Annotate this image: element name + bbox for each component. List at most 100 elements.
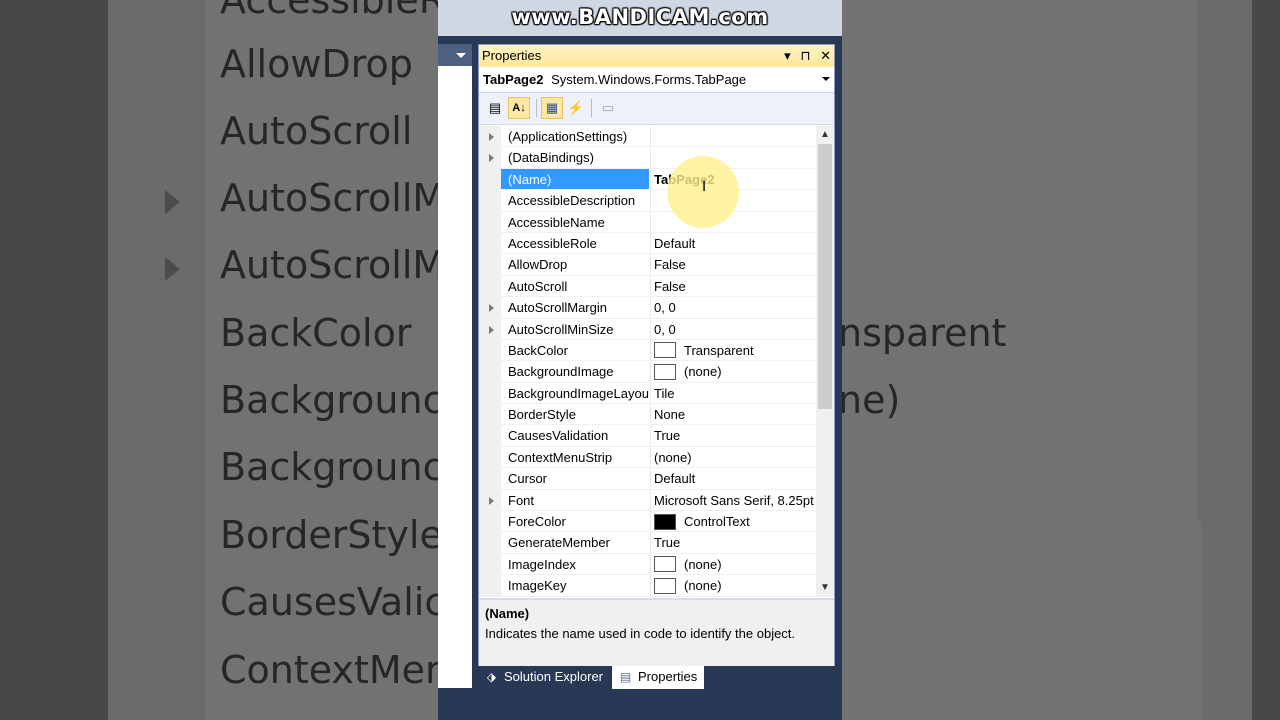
- property-value-text: False: [654, 257, 686, 273]
- scrollbar-thumb[interactable]: [818, 144, 832, 409]
- property-value[interactable]: ControlText: [650, 511, 816, 533]
- property-value[interactable]: False: [650, 275, 816, 298]
- property-row[interactable]: (DataBindings): [479, 147, 834, 169]
- property-name[interactable]: AutoScroll: [501, 276, 649, 298]
- solution-explorer-icon: ⬗: [486, 670, 497, 684]
- property-row[interactable]: (ApplicationSettings): [479, 126, 834, 148]
- property-row[interactable]: BackgroundImageLayout Tile: [479, 382, 834, 405]
- row-gutter: [479, 211, 501, 233]
- properties-title-bar[interactable]: Properties ▾ ⊓ ✕: [479, 45, 834, 67]
- property-value[interactable]: [650, 126, 816, 148]
- property-name[interactable]: ForeColor: [501, 511, 649, 533]
- property-value[interactable]: True: [650, 532, 816, 554]
- events-lightning-icon[interactable]: ⚡: [565, 97, 587, 119]
- property-value[interactable]: 0, 0: [650, 318, 816, 340]
- property-name[interactable]: ImageIndex: [501, 554, 649, 576]
- tab-properties[interactable]: ▤ Properties: [612, 666, 704, 689]
- close-icon[interactable]: ✕: [820, 48, 831, 63]
- property-value[interactable]: (none): [650, 361, 816, 383]
- row-gutter: [479, 339, 501, 362]
- alphabetical-sort-icon[interactable]: A↓: [508, 97, 530, 119]
- row-gutter: [479, 254, 501, 276]
- property-name[interactable]: Font: [501, 490, 649, 512]
- property-row[interactable]: BackgroundImage (none): [479, 361, 834, 383]
- property-value-text: Default: [654, 235, 696, 251]
- property-name[interactable]: AutoScrollMinSize: [501, 319, 649, 340]
- property-value[interactable]: Default: [650, 232, 816, 255]
- property-pages-icon[interactable]: ▭: [597, 97, 619, 119]
- row-gutter: [479, 532, 501, 554]
- property-name[interactable]: AccessibleRole: [501, 233, 649, 255]
- property-row[interactable]: ImageIndex (none): [479, 553, 834, 576]
- dropdown-arrow-icon[interactable]: [822, 77, 830, 81]
- property-row[interactable]: (Name)TabPage2: [479, 168, 834, 191]
- property-name[interactable]: (ApplicationSettings): [501, 126, 649, 148]
- window-position-icon[interactable]: ▾: [784, 48, 791, 63]
- property-name[interactable]: Cursor: [501, 468, 649, 490]
- property-name[interactable]: BackgroundImage: [501, 361, 649, 383]
- property-name[interactable]: AccessibleName: [501, 212, 649, 233]
- scroll-down-icon[interactable]: ▼: [816, 579, 834, 597]
- chevron-down-icon[interactable]: [456, 53, 466, 58]
- property-name[interactable]: ImageKey: [501, 575, 649, 597]
- property-name[interactable]: AccessibleDescription: [501, 190, 649, 212]
- property-row[interactable]: ImageKey (none): [479, 575, 834, 597]
- property-row[interactable]: BackColor Transparent: [479, 339, 834, 362]
- property-name[interactable]: AllowDrop: [501, 254, 649, 276]
- categorized-icon[interactable]: ▤: [484, 97, 506, 119]
- color-swatch: [654, 342, 676, 359]
- property-name[interactable]: BackgroundImageLayout: [501, 383, 649, 405]
- property-value[interactable]: 0, 0: [650, 297, 816, 319]
- object-selector[interactable]: TabPage2 System.Windows.Forms.TabPage: [479, 67, 834, 93]
- property-name[interactable]: AutoScrollMargin: [501, 297, 649, 319]
- expand-arrow-icon[interactable]: [489, 304, 494, 313]
- property-value[interactable]: None: [650, 404, 816, 426]
- property-value[interactable]: Microsoft Sans Serif, 8.25pt: [650, 489, 816, 512]
- property-value[interactable]: Transparent: [650, 339, 816, 362]
- property-row[interactable]: AutoScrollMinSize 0, 0: [479, 318, 834, 340]
- property-row[interactable]: AllowDrop False: [479, 254, 834, 276]
- property-row[interactable]: ForeColor ControlText: [479, 511, 834, 533]
- property-name[interactable]: CausesValidation: [501, 425, 649, 447]
- property-row[interactable]: Cursor Default: [479, 468, 834, 490]
- property-value[interactable]: (none): [650, 553, 816, 576]
- background-row: ContextMer: [220, 648, 441, 692]
- property-row[interactable]: AutoScrollMargin 0, 0: [479, 297, 834, 319]
- property-name[interactable]: GenerateMember: [501, 532, 649, 554]
- description-title: (Name): [485, 606, 530, 621]
- property-name[interactable]: BorderStyle: [501, 404, 649, 426]
- expand-arrow-icon[interactable]: [489, 496, 494, 505]
- row-gutter: [479, 297, 501, 319]
- property-row[interactable]: CausesValidation True: [479, 425, 834, 447]
- property-row[interactable]: AutoScroll False: [479, 275, 834, 298]
- property-value[interactable]: True: [650, 425, 816, 447]
- expand-arrow-icon[interactable]: [489, 325, 494, 334]
- property-value[interactable]: Tile: [650, 382, 816, 405]
- row-gutter: [479, 382, 501, 405]
- property-row[interactable]: AccessibleDescription: [479, 190, 834, 212]
- property-value[interactable]: (none): [650, 446, 816, 469]
- property-name[interactable]: ContextMenuStrip: [501, 447, 649, 469]
- background-row: CausesValic: [220, 580, 446, 624]
- scroll-up-icon[interactable]: ▲: [816, 126, 834, 144]
- property-row[interactable]: Font Microsoft Sans Serif, 8.25pt: [479, 489, 834, 512]
- property-row[interactable]: AccessibleRole Default: [479, 232, 834, 255]
- property-row[interactable]: AccessibleName: [479, 211, 834, 233]
- property-value[interactable]: False: [650, 254, 816, 276]
- property-value[interactable]: [650, 147, 816, 169]
- property-name[interactable]: (DataBindings): [501, 147, 649, 169]
- vertical-scrollbar[interactable]: ▲ ▼: [816, 126, 834, 597]
- property-value[interactable]: Default: [650, 468, 816, 490]
- property-row[interactable]: BorderStyle None: [479, 404, 834, 426]
- property-row[interactable]: ContextMenuStrip (none): [479, 446, 834, 469]
- property-value[interactable]: (none): [650, 575, 816, 597]
- expand-arrow-icon[interactable]: [489, 154, 494, 163]
- properties-view-icon[interactable]: ▦: [541, 97, 563, 119]
- property-name[interactable]: BackColor: [501, 340, 649, 362]
- tab-solution-explorer[interactable]: ⬗ Solution Explorer: [478, 666, 610, 689]
- expand-arrow-icon[interactable]: [489, 133, 494, 141]
- property-value-text: Transparent: [684, 342, 754, 358]
- property-name[interactable]: (Name): [501, 168, 649, 191]
- auto-hide-pin-icon[interactable]: ⊓: [800, 48, 810, 63]
- property-row[interactable]: GenerateMember True: [479, 532, 834, 554]
